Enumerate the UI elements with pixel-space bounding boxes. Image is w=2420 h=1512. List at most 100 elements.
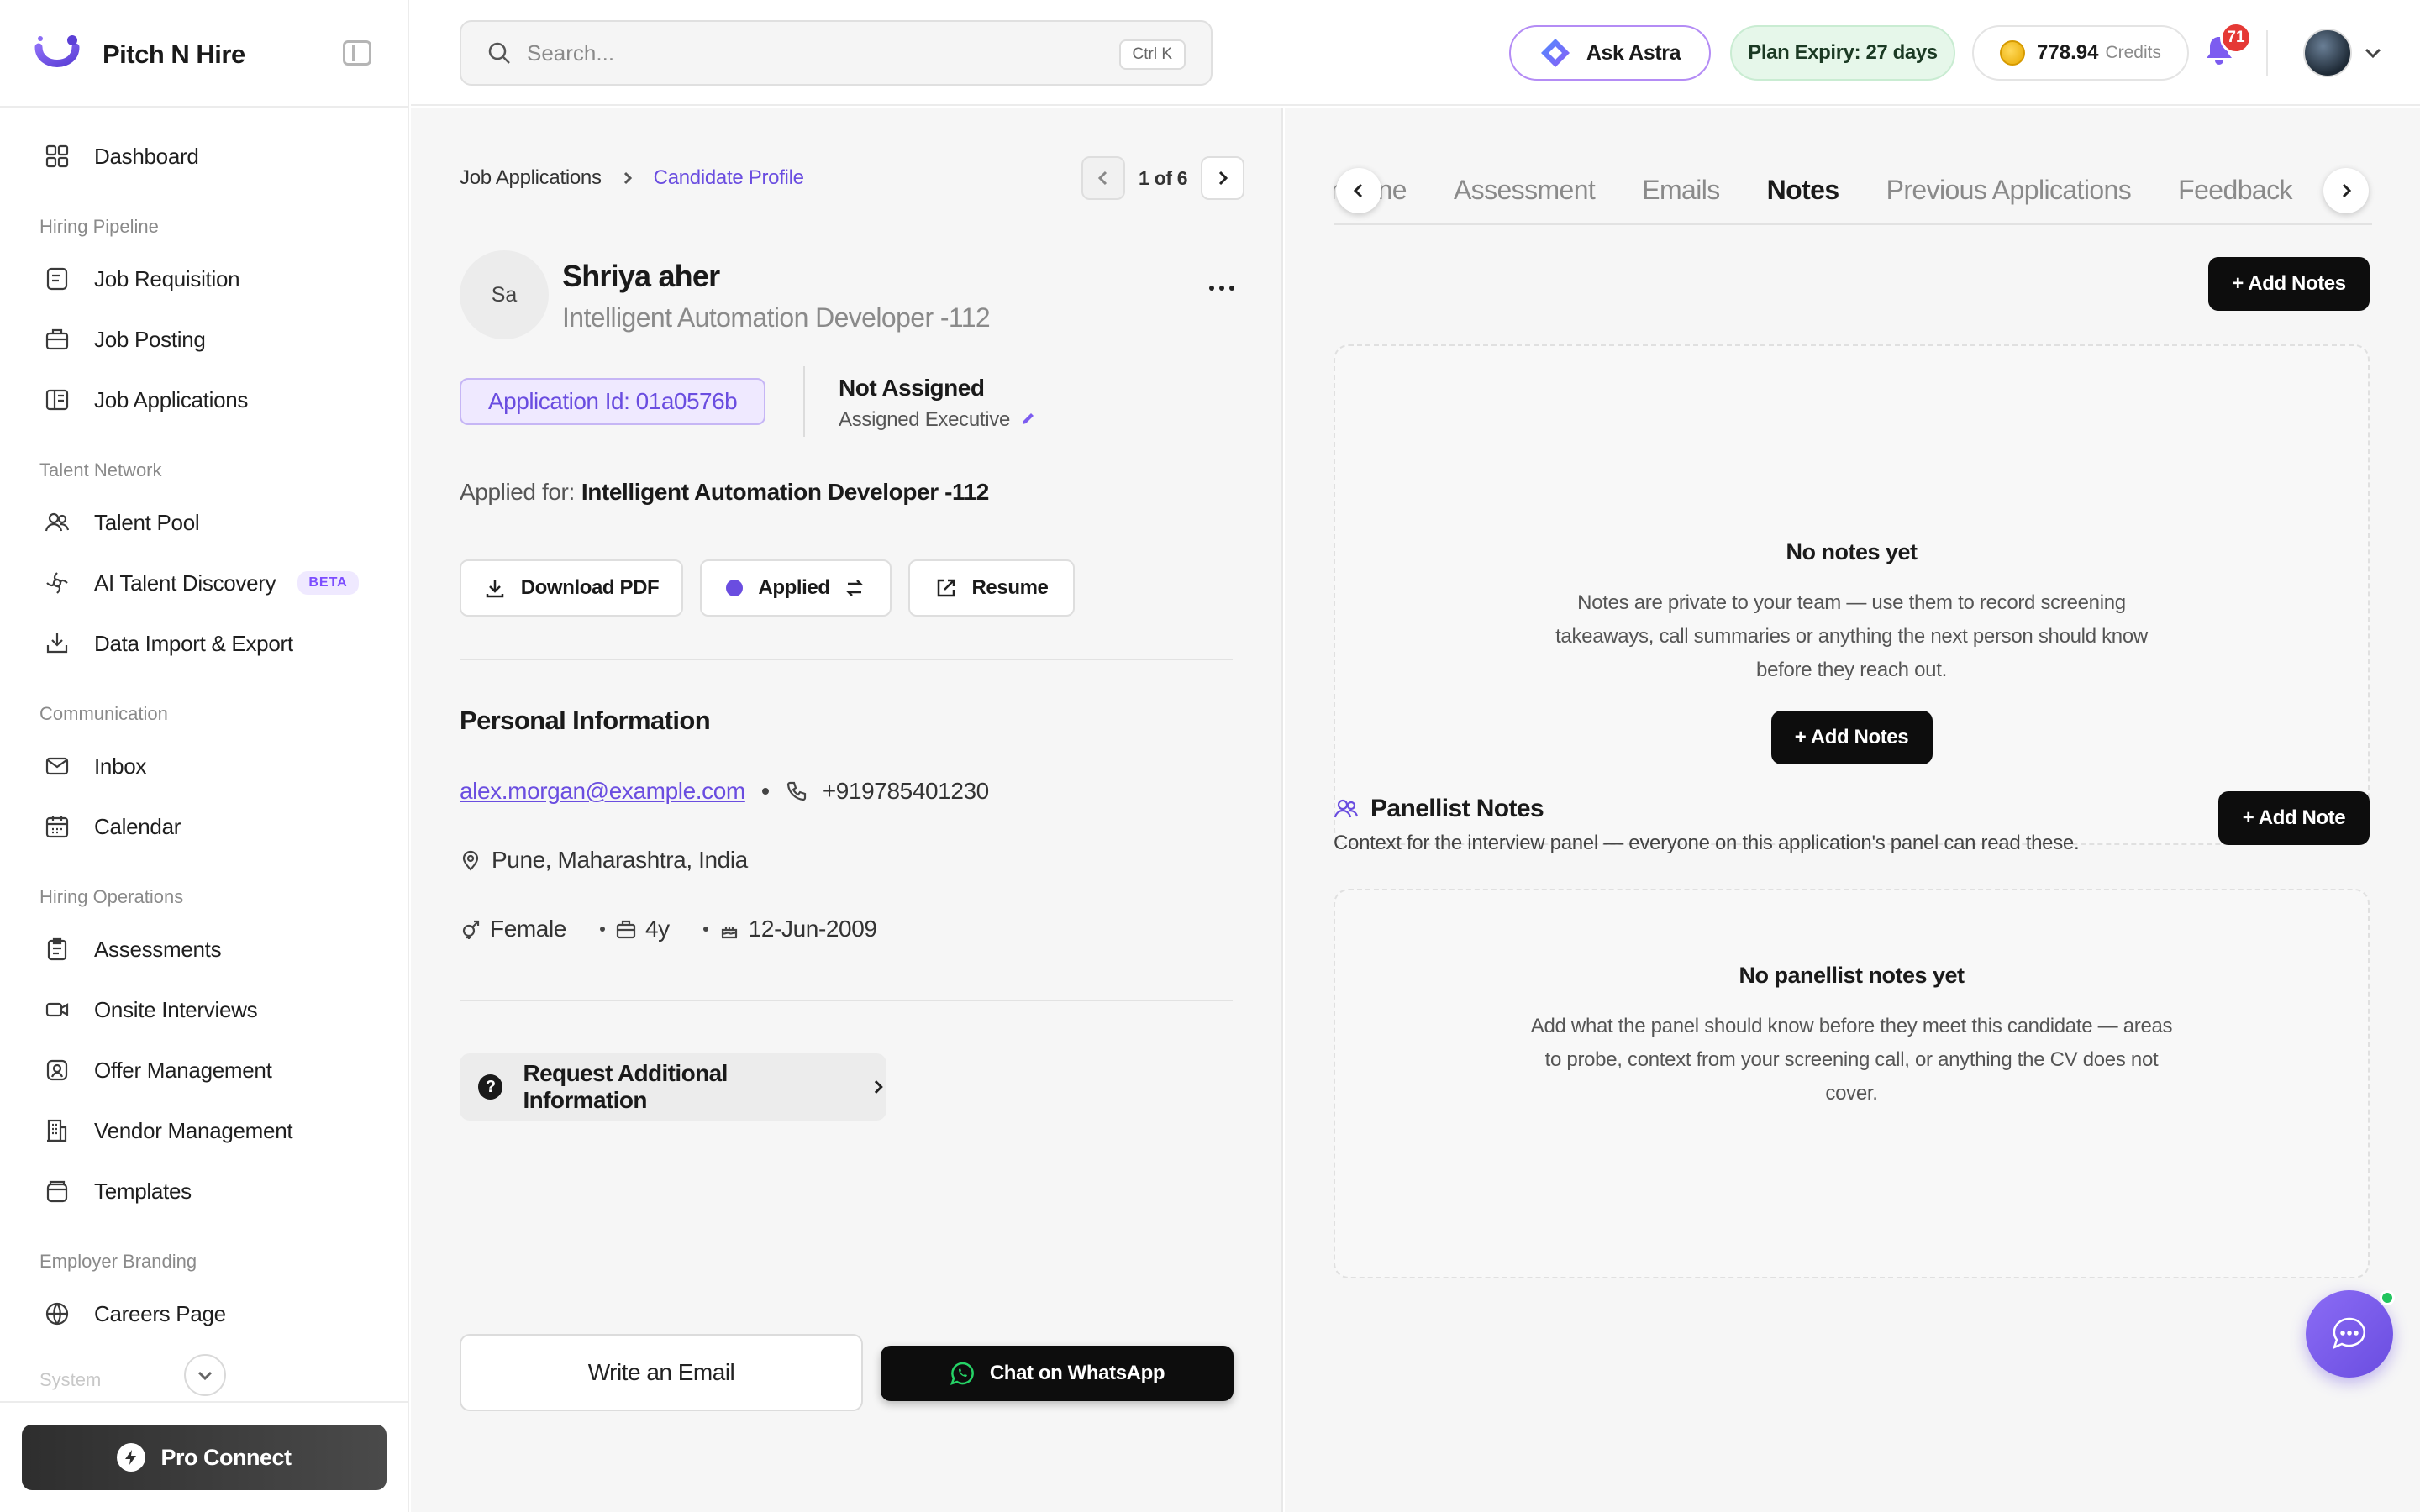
next-candidate-button[interactable] [1201, 156, 1245, 200]
users-icon [1334, 799, 1359, 818]
sidebar-item-label: Inbox [94, 753, 147, 779]
bullet-separator [702, 927, 708, 932]
sidebar-item-job-posting[interactable]: Job Posting [0, 309, 409, 370]
tab-strip: Timeline Assessment Emails Notes Previou… [1334, 156, 2339, 223]
sidebar-item-label: Data Import & Export [94, 630, 293, 656]
sidebar-scroll-down-button[interactable] [184, 1354, 226, 1396]
topbar-divider [2266, 30, 2268, 76]
applied-for-label: Applied for: [460, 479, 575, 505]
tab-assessment[interactable]: Assessment [1454, 175, 1596, 206]
swap-icon [845, 580, 863, 596]
sidebar-item-label: Talent Pool [94, 509, 200, 535]
sidebar-item-job-requisition[interactable]: Job Requisition [0, 249, 409, 309]
plan-expiry-badge[interactable]: Plan Expiry: 27 days [1730, 25, 1955, 81]
panellist-empty-title: No panellist notes yet [1739, 963, 1965, 988]
divider [460, 659, 1233, 660]
search-bar[interactable]: Ctrl K [460, 20, 1213, 86]
sidebar-item-inbox[interactable]: Inbox [0, 736, 409, 796]
chevron-down-icon[interactable] [2362, 42, 2384, 64]
chevron-right-icon [1219, 171, 1228, 186]
tab-previous-applications[interactable]: Previous Applications [1886, 175, 2132, 206]
candidate-pager: 1 of 6 [1081, 156, 1245, 200]
status-dot [726, 580, 744, 596]
candidate-phone: +919785401230 [822, 778, 989, 804]
more-options-icon[interactable] [1209, 286, 1234, 296]
panellist-notes-label: Panellist Notes [1370, 795, 1544, 822]
ai-spark-icon [46, 572, 68, 594]
applied-for-value: Intelligent Automation Developer -112 [581, 479, 990, 505]
ask-astra-button[interactable]: Ask Astra [1509, 25, 1711, 81]
candidate-name: Shriya aher [562, 259, 720, 293]
download-pdf-label: Download PDF [520, 576, 660, 599]
notes-empty-title: No notes yet [1786, 539, 1918, 564]
nav-group-talent-network: Talent Network [39, 459, 162, 480]
sidebar-item-calendar[interactable]: Calendar [0, 796, 409, 857]
birthday-cake-icon [721, 927, 737, 939]
sidebar-item-ai-talent-discovery[interactable]: AI Talent Discovery BETA [0, 553, 409, 613]
nav-group-employer-branding: Employer Branding [39, 1251, 197, 1272]
candidate-email-link[interactable]: alex.morgan@example.com [460, 778, 745, 805]
status-button[interactable]: Applied [700, 559, 892, 617]
search-shortcut: Ctrl K [1118, 39, 1186, 70]
download-pdf-button[interactable]: Download PDF [460, 559, 683, 617]
nav-group-hiring-pipeline: Hiring Pipeline [39, 216, 159, 237]
sidebar-divider [0, 1401, 409, 1403]
tab-feedback[interactable]: Feedback [2178, 175, 2292, 206]
contact-row: alex.morgan@example.com +919785401230 [460, 778, 989, 805]
pro-connect-button[interactable]: Pro Connect [22, 1425, 387, 1490]
previous-candidate-button[interactable] [1081, 156, 1125, 200]
breadcrumb-candidate-profile: Candidate Profile [653, 166, 804, 189]
sidebar-item-careers-page[interactable]: Careers Page [0, 1284, 409, 1344]
sidebar-item-templates[interactable]: Templates [0, 1161, 409, 1221]
chat-on-whatsapp-button[interactable]: Chat on WhatsApp [881, 1346, 1234, 1401]
sidebar-item-job-applications[interactable]: Job Applications [0, 370, 409, 430]
tabs-scroll-left-button[interactable] [1336, 168, 1381, 213]
breadcrumb-job-applications[interactable]: Job Applications [460, 166, 602, 190]
brand[interactable]: Pitch N Hire [34, 32, 387, 77]
user-avatar[interactable] [2303, 29, 2352, 77]
sidebar: Pitch N Hire Dashboard Hiring Pipeline J… [0, 0, 409, 1512]
search-input[interactable] [527, 39, 1098, 66]
add-notes-button[interactable]: + Add Notes [2208, 257, 2370, 311]
add-panellist-note-button[interactable]: + Add Note [2218, 791, 2370, 845]
sidebar-item-offer-management[interactable]: Offer Management [0, 1040, 409, 1100]
sidebar-item-vendor-management[interactable]: Vendor Management [0, 1100, 409, 1161]
sidebar-item-label: Careers Page [94, 1300, 226, 1326]
import-icon [46, 633, 68, 654]
sidebar-item-assessments[interactable]: Assessments [0, 919, 409, 979]
bullet-separator [599, 927, 605, 932]
applied-for: Applied for: Intelligent Automation Devel… [460, 479, 989, 506]
empty-add-notes-button[interactable]: + Add Notes [1770, 711, 1933, 764]
sidebar-item-data-import-export[interactable]: Data Import & Export [0, 613, 409, 674]
gender-icon [462, 920, 480, 939]
tab-emails[interactable]: Emails [1642, 175, 1720, 206]
map-pin-icon [462, 850, 479, 871]
video-icon [45, 1002, 69, 1017]
candidate-location: Pune, Maharashtra, India [492, 847, 748, 873]
write-email-button[interactable]: Write an Email [460, 1334, 863, 1411]
chat-support-button[interactable] [2306, 1290, 2393, 1378]
notes-empty-state: No notes yet Notes are private to your t… [1334, 344, 2370, 845]
tabs-scroll-right-button[interactable] [2323, 168, 2369, 213]
request-additional-information-button[interactable]: ? Request Additional Information [460, 1053, 886, 1121]
candidate-dob: 12-Jun-2009 [748, 916, 877, 942]
chevron-right-icon [2342, 183, 2352, 198]
candidate-avatar: Sa [460, 250, 549, 339]
sidebar-item-dashboard[interactable]: Dashboard [0, 126, 409, 186]
resume-label: Resume [971, 576, 1049, 599]
sidebar-item-talent-pool[interactable]: Talent Pool [0, 492, 409, 553]
applications-icon [45, 389, 69, 411]
resume-button[interactable]: Resume [908, 559, 1075, 617]
sidebar-nav: Dashboard Hiring Pipeline Job Requisitio… [0, 126, 409, 1344]
brand-logo-icon [34, 35, 80, 67]
assignment-status: Not Assigned [839, 375, 985, 401]
tab-notes[interactable]: Notes [1767, 175, 1840, 206]
sidebar-item-label: Vendor Management [94, 1117, 293, 1143]
pro-connect-label: Pro Connect [160, 1444, 292, 1470]
sidebar-item-label: Calendar [94, 813, 182, 839]
sidebar-item-onsite-interviews[interactable]: Onsite Interviews [0, 979, 409, 1040]
credits-badge[interactable]: 778.94 Credits [1972, 25, 2189, 81]
candidate-profile-panel: Job Applications Candidate Profile 1 of … [411, 108, 1283, 1512]
sidebar-toggle-icon[interactable] [343, 40, 371, 66]
edit-pencil-icon[interactable] [1020, 412, 1037, 428]
